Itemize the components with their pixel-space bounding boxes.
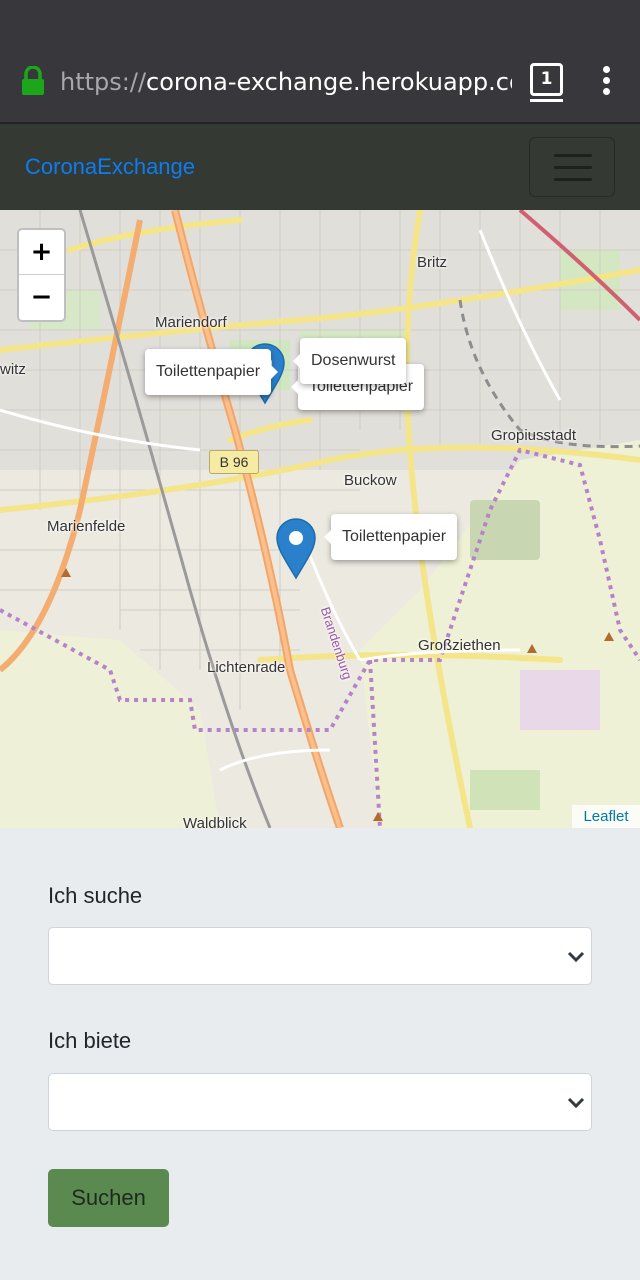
- zoom-out-button[interactable]: −: [19, 275, 64, 320]
- place-label-mariendorf: Mariendorf: [155, 314, 227, 331]
- place-label-britz: Britz: [417, 254, 447, 271]
- url-scheme: https://: [60, 68, 147, 96]
- place-label-gropiusstadt: Gropiusstadt: [491, 427, 577, 444]
- url-host: corona-exchange.herokuapp.com/: [146, 68, 512, 96]
- search-button[interactable]: Suchen: [48, 1169, 169, 1227]
- place-label-buckow: Buckow: [344, 472, 397, 489]
- search-select[interactable]: [48, 927, 592, 985]
- hamburger-icon: [554, 154, 592, 157]
- map-popup[interactable]: Toilettenpapier: [145, 349, 279, 395]
- chevron-down-icon: [567, 1097, 585, 1109]
- map-marker-icon[interactable]: [276, 518, 316, 580]
- place-label-marienfelde: Marienfelde: [47, 518, 126, 535]
- menu-kebab-icon[interactable]: [600, 66, 614, 96]
- map[interactable]: Britz Mariendorf witz Gropiusstadt Bucko…: [0, 210, 640, 828]
- place-label-waldblick: Waldblick: [183, 815, 247, 828]
- place-label-grossziethen: Großziethen: [418, 637, 501, 654]
- search-label: Ich suche: [48, 883, 143, 908]
- road-badge: B 96: [209, 450, 259, 474]
- attribution-link[interactable]: Leaflet: [572, 805, 640, 828]
- status-bar: [0, 0, 640, 40]
- brand-link[interactable]: CoronaExchange: [25, 152, 195, 182]
- navbar-toggle-button[interactable]: [529, 137, 615, 197]
- place-label-witz: witz: [0, 361, 26, 378]
- chevron-down-icon: [567, 951, 585, 963]
- map-popup[interactable]: Dosenwurst: [292, 338, 407, 384]
- map-popup[interactable]: Toilettenpapier: [323, 514, 458, 560]
- offer-label: Ich biete: [48, 1028, 132, 1053]
- url-text[interactable]: https://corona-exchange.herokuapp.com/: [60, 67, 512, 99]
- place-label-lichtenrade: Lichtenrade: [207, 659, 286, 676]
- zoom-control: + −: [17, 228, 66, 322]
- zoom-in-button[interactable]: +: [19, 230, 64, 275]
- lock-icon: [22, 66, 44, 95]
- tabs-icon[interactable]: 1: [530, 63, 563, 102]
- offer-select[interactable]: [48, 1073, 592, 1131]
